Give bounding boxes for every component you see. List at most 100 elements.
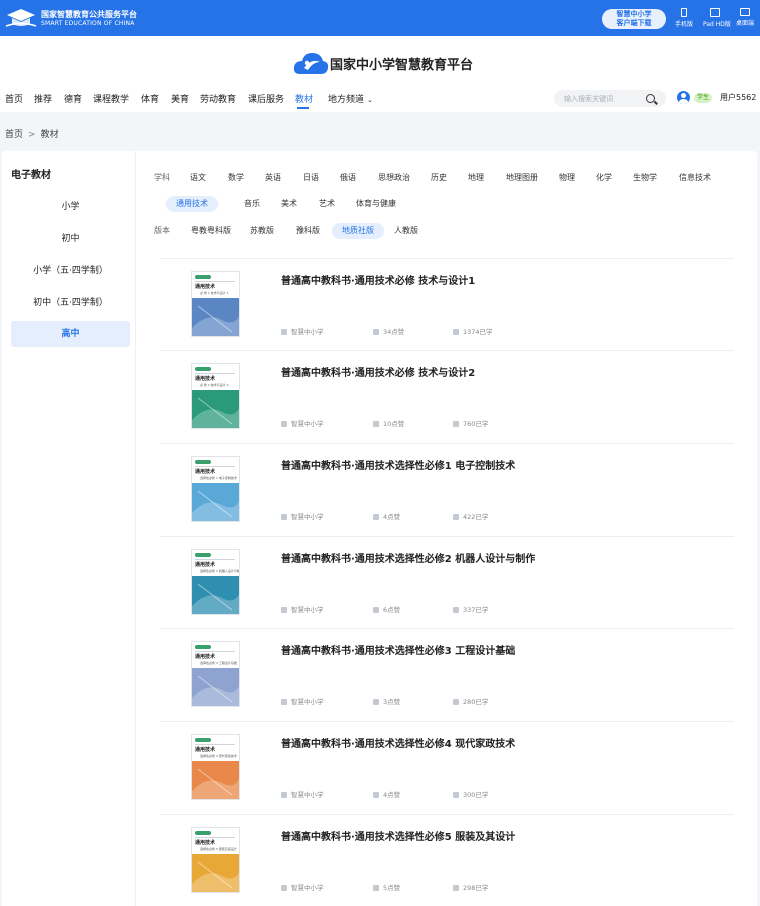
book-publisher: 智慧中小学 xyxy=(281,604,324,614)
nav-item-local[interactable]: 地方频道 ⌄ xyxy=(328,92,373,105)
subject-chip[interactable]: 英语 xyxy=(255,170,291,186)
subject-chip[interactable]: 思想政治 xyxy=(368,170,420,186)
book-likes: 4点赞 xyxy=(373,511,400,521)
edition-chip[interactable]: 粤教粤科版 xyxy=(181,223,241,239)
subject-chip[interactable]: 数学 xyxy=(218,170,254,186)
edition-chip-active[interactable]: 地质社版 xyxy=(332,223,384,239)
book-row[interactable]: 通用技术 选择性必修 3 工程设计基础 普通高中教科书·通用技术选择性必修3 工程设… xyxy=(160,628,734,721)
sidebar-item-senior[interactable]: 高中 xyxy=(11,321,130,347)
sidebar-item-junior[interactable]: 初中 xyxy=(11,226,130,252)
book-likes: 10点赞 xyxy=(373,418,404,428)
book-cover[interactable]: 通用技术必 修 1 技术与设计 1 xyxy=(191,271,240,337)
book-row[interactable]: 通用技术 选择性必修 5 服装及其设计 普通高中教科书·通用技术选择性必修5 服装及… xyxy=(160,814,734,906)
book-likes: 6点赞 xyxy=(373,604,400,614)
book-publisher: 智慧中小学 xyxy=(281,789,324,799)
device-desktop-link[interactable]: 桌面端 xyxy=(733,8,757,27)
book-cover[interactable]: 通用技术 选择性必修 2 机器人设计与制作 xyxy=(191,549,240,615)
publisher-text: 智慧中小学 xyxy=(291,698,324,706)
cover-subtitle: 选择性必修 2 机器人设计与制作 xyxy=(200,569,240,573)
subject-chip[interactable]: 历史 xyxy=(421,170,457,186)
nav-item-sports[interactable]: 体育 xyxy=(141,92,159,105)
breadcrumb-home[interactable]: 首页 xyxy=(5,130,23,140)
publisher-icon xyxy=(281,699,287,705)
sidebar: 电子教材 小学 初中 小学（五·四学制） 初中（五·四学制） 高中 xyxy=(2,151,136,906)
subject-chip[interactable]: 音乐 xyxy=(234,196,270,212)
book-cover[interactable]: 通用技术 选择性必修 5 服装及其设计 xyxy=(191,827,240,893)
sidebar-item-junior-54[interactable]: 初中（五·四学制） xyxy=(11,290,130,316)
subject-chip[interactable]: 艺术 xyxy=(309,196,345,212)
book-title[interactable]: 普通高中教科书·通用技术选择性必修3 工程设计基础 xyxy=(281,642,515,657)
book-row[interactable]: 通用技术 选择性必修 1 电子控制技术 普通高中教科书·通用技术选择性必修1 电子控… xyxy=(160,443,734,536)
textbook-content: 学科 语文 数学 英语 日语 俄语 思想政治 历史 地理 地理图册 物理 化学 … xyxy=(136,151,757,906)
book-title[interactable]: 普通高中教科书·通用技术选择性必修4 现代家政技术 xyxy=(281,735,515,750)
cover-art xyxy=(192,483,239,521)
cover-subtitle: 选择性必修 4 现代家政技术 xyxy=(200,754,237,758)
subject-chip[interactable]: 信息技术 xyxy=(669,170,721,186)
book-title[interactable]: 普通高中教科书·通用技术选择性必修2 机器人设计与制作 xyxy=(281,550,535,565)
subject-chip[interactable]: 美术 xyxy=(271,196,307,212)
book-row[interactable]: 通用技术必 修 1 技术与设计 1 普通高中教科书·通用技术必修 技术与设计1 智慧… xyxy=(160,258,734,351)
book-row[interactable]: 通用技术 选择性必修 4 现代家政技术 普通高中教科书·通用技术选择性必修4 现代家… xyxy=(160,721,734,814)
cover-rule xyxy=(195,651,235,652)
avatar[interactable] xyxy=(677,91,690,104)
nav-item-home[interactable]: 首页 xyxy=(5,92,23,105)
book-learners: 337已学 xyxy=(453,604,488,614)
book-learners: 280已学 xyxy=(453,696,488,706)
learners-text: 337已学 xyxy=(463,606,489,614)
book-cover[interactable]: 通用技术 选择性必修 1 电子控制技术 xyxy=(191,456,240,522)
edition-chip[interactable]: 豫科版 xyxy=(286,223,330,239)
device-phone-link[interactable]: 手机版 xyxy=(672,8,696,28)
book-open-icon xyxy=(453,885,459,891)
nav-item-courses[interactable]: 课程教学 xyxy=(93,92,129,105)
role-badge: 学生 xyxy=(694,93,713,103)
nav-item-after-school[interactable]: 课后服务 xyxy=(248,92,284,105)
book-likes: 5点赞 xyxy=(373,882,400,892)
device-pad-link[interactable]: Pad HD版 xyxy=(703,8,731,28)
cover-rule xyxy=(195,837,235,838)
subject-chip[interactable]: 日语 xyxy=(293,170,329,186)
nav-item-labor[interactable]: 劳动教育 xyxy=(200,92,236,105)
edition-chip[interactable]: 苏教版 xyxy=(240,223,284,239)
subject-chip[interactable]: 化学 xyxy=(586,170,622,186)
sidebar-item-primary-54[interactable]: 小学（五·四学制） xyxy=(11,258,130,284)
cover-rule xyxy=(195,744,235,745)
subject-chip[interactable]: 体育与健康 xyxy=(346,196,406,212)
nav-item-moral[interactable]: 德育 xyxy=(64,92,82,105)
book-title[interactable]: 普通高中教科书·通用技术必修 技术与设计1 xyxy=(281,272,475,287)
book-cover[interactable]: 通用技术必 修 2 技术与设计 2 xyxy=(191,363,240,429)
search-icon[interactable] xyxy=(646,94,655,103)
subject-chip-active[interactable]: 通用技术 xyxy=(166,196,218,212)
publisher-mark-icon xyxy=(195,645,211,649)
nav-item-arts[interactable]: 美育 xyxy=(171,92,189,105)
subject-chip[interactable]: 生物学 xyxy=(623,170,667,186)
subject-chip[interactable]: 俄语 xyxy=(330,170,366,186)
subject-chip[interactable]: 语文 xyxy=(180,170,216,186)
subject-chip[interactable]: 地理图册 xyxy=(496,170,548,186)
book-cover[interactable]: 通用技术 选择性必修 3 工程设计基础 xyxy=(191,641,240,707)
thumb-up-icon xyxy=(373,421,379,427)
client-download-button[interactable]: 智慧中小学 客户端下载 xyxy=(602,9,666,29)
thumb-up-icon xyxy=(373,607,379,613)
book-title[interactable]: 普通高中教科书·通用技术选择性必修5 服装及其设计 xyxy=(281,828,515,843)
brand-logo[interactable]: 国家中小学智慧教育平台 xyxy=(292,48,473,78)
book-title[interactable]: 普通高中教科书·通用技术选择性必修1 电子控制技术 xyxy=(281,457,515,472)
subject-chip[interactable]: 物理 xyxy=(549,170,585,186)
book-title[interactable]: 普通高中教科书·通用技术必修 技术与设计2 xyxy=(281,364,475,379)
platform-logo-icon[interactable] xyxy=(4,6,38,30)
book-cover[interactable]: 通用技术 选择性必修 4 现代家政技术 xyxy=(191,734,240,800)
nav-item-textbooks[interactable]: 教材 xyxy=(295,92,313,105)
book-row[interactable]: 通用技术必 修 2 技术与设计 2 普通高中教科书·通用技术必修 技术与设计2 智慧… xyxy=(160,350,734,443)
device-label: 手机版 xyxy=(674,21,693,28)
search-box[interactable]: 输入搜索关键词 xyxy=(554,90,666,107)
publisher-icon xyxy=(281,514,287,520)
subject-chip[interactable]: 地理 xyxy=(458,170,494,186)
edition-chip[interactable]: 人教版 xyxy=(384,223,428,239)
nav-item-recommend[interactable]: 推荐 xyxy=(34,92,52,105)
sidebar-item-primary[interactable]: 小学 xyxy=(11,194,130,220)
book-row[interactable]: 通用技术 选择性必修 2 机器人设计与制作 普通高中教科书·通用技术选择性必修2 机… xyxy=(160,536,734,629)
username[interactable]: 用户5562 xyxy=(720,92,756,103)
platform-subtitle: SMART EDUCATION OF CHINA xyxy=(41,20,135,27)
publisher-mark-icon xyxy=(195,553,211,557)
book-open-icon xyxy=(453,607,459,613)
platform-title[interactable]: 国家智慧教育公共服务平台 xyxy=(41,9,137,20)
